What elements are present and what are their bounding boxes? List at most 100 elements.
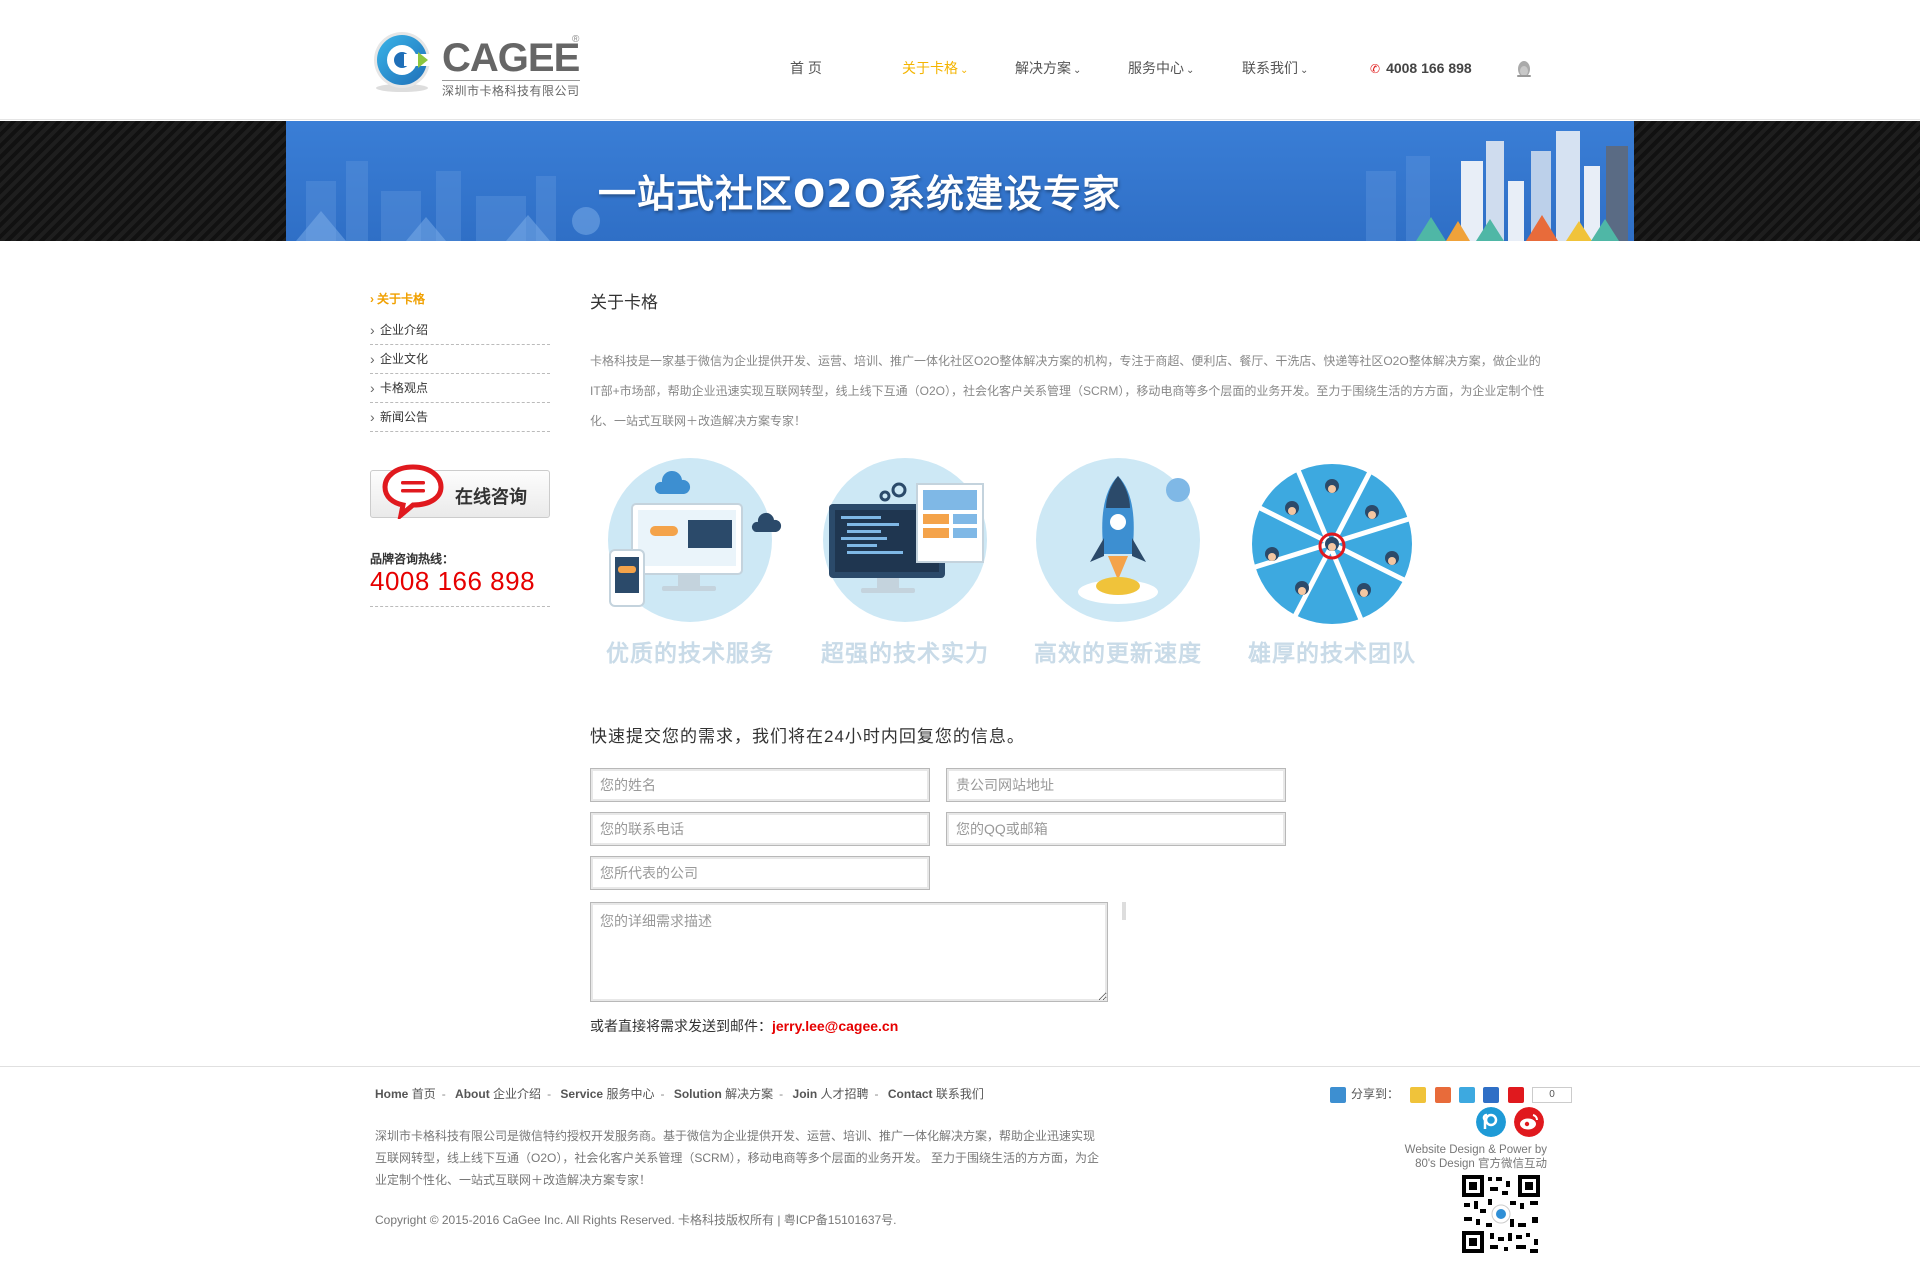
footer-link-cn: 联系我们 [935, 1087, 984, 1101]
detail-textarea[interactable] [590, 902, 1108, 1002]
footer-link-en: Home [375, 1087, 409, 1101]
nav-item-home[interactable]: 首 页 [790, 58, 822, 78]
online-consult-button[interactable]: 在线咨询 [370, 464, 550, 519]
nav-item-label: 联系我们 [1242, 60, 1298, 76]
website-field[interactable] [946, 768, 1286, 802]
logo-subtitle: 深圳市卡格科技有限公司 [442, 80, 580, 99]
page-title: 关于卡格 [590, 293, 658, 312]
logo-wordmark: CAGEE [442, 36, 580, 80]
main-content: 关于卡格 卡格科技是一家基于微信为企业提供开发、运营、培训、推广一体化社区O2O… [590, 288, 1550, 1034]
sidebar-title: › 关于卡格 [370, 288, 550, 310]
email-link[interactable]: jerry.lee@cagee.cn [772, 1018, 898, 1034]
share-bar: 分享到： 0 [1330, 1085, 1573, 1103]
footer-link-solution[interactable]: Solution 解决方案 [674, 1087, 773, 1101]
baidu-share-icon[interactable] [1507, 1086, 1524, 1103]
qr-code-icon [1460, 1173, 1542, 1255]
sidebar-item-news[interactable]: 新闻公告 [370, 403, 550, 432]
renren-icon[interactable] [1483, 1086, 1500, 1103]
footer-link-en: Service [560, 1087, 604, 1101]
footer-link-service[interactable]: Service 服务中心 [560, 1087, 654, 1101]
divider [370, 606, 550, 607]
feature-label: 优质的技术服务 [606, 640, 774, 666]
tencent-weibo-icon[interactable] [1459, 1086, 1476, 1103]
credit-line: 80's Design 官方微信互动 [1415, 1158, 1547, 1170]
credit-line: Website Design & Power by [1404, 1144, 1547, 1156]
rocket-icon [1036, 458, 1200, 622]
footer-link-cn: 解决方案 [725, 1087, 774, 1101]
footer-nav: Home 首页 - About 企业介绍 - Service 服务中心 - Solut… [375, 1085, 984, 1102]
nav-item-service[interactable]: 服务中心 ⌄ [1128, 58, 1194, 78]
feature-item: 优质的技术服务 [590, 458, 790, 688]
footer-link-contact[interactable]: Contact 联系我们 [888, 1087, 984, 1101]
feature-label: 雄厚的技术团队 [1248, 640, 1416, 666]
sidebar-item-label: 企业文化 [380, 352, 429, 366]
banner-image: 一站式社区O2O系统建设专家 [286, 121, 1634, 241]
logo[interactable]: CAGEE ® 深圳市卡格科技有限公司 [370, 30, 585, 98]
nav-item-label: 关于卡格 [902, 60, 958, 76]
header-phone[interactable]: ✆ 4008 166 898 [1370, 60, 1472, 76]
hotline-label: 品牌咨询热线： [370, 552, 455, 566]
sidebar-item-company-intro[interactable]: 企业介绍 [370, 316, 550, 345]
footer-separator: - [779, 1087, 784, 1101]
sidebar: ›关于卡格 企业介绍 企业文化 卡格观点 新闻公告 在线咨询 品牌咨询热线： 4… [370, 288, 550, 607]
sidebar-item-viewpoints[interactable]: 卡格观点 [370, 374, 550, 403]
weibo-share-icon[interactable] [1434, 1086, 1451, 1103]
copyright: Copyright © 2015-2016 CaGee Inc. All Rig… [375, 1213, 897, 1227]
devices-icon [608, 458, 782, 622]
qq-penguin-icon[interactable] [1516, 60, 1532, 78]
site-header: CAGEE ® 深圳市卡格科技有限公司 首 页 关于卡格 ⌄ 解决方案 ⌄ 服务中心… [0, 0, 1920, 120]
consult-button-label: 在线咨询 [455, 487, 527, 507]
phone-icon: ✆ [1370, 62, 1381, 76]
feature-label: 超强的技术实力 [821, 640, 989, 666]
feature-item: 高效的更新速度 [1018, 458, 1218, 688]
page-banner: 一站式社区O2O系统建设专家 [0, 121, 1920, 241]
nav-item-label: 解决方案 [1015, 60, 1071, 76]
wechat-icon[interactable] [1476, 1107, 1506, 1137]
share-count: 0 [1532, 1086, 1573, 1103]
design-credit: Website Design & Power by 80's Design 官方… [1330, 1143, 1547, 1171]
sina-weibo-icon[interactable] [1514, 1107, 1544, 1137]
footer-separator: - [660, 1087, 665, 1101]
sidebar-item-company-culture[interactable]: 企业文化 [370, 345, 550, 374]
company-field[interactable] [590, 856, 930, 890]
header-phone-number: 4008 166 898 [1386, 60, 1472, 76]
sidebar-item-label: 新闻公告 [380, 410, 429, 424]
footer-separator: - [874, 1087, 879, 1101]
sidebar-title-label: 关于卡格 [377, 292, 426, 306]
hotline-number[interactable]: 4008 166 898 [370, 566, 535, 597]
nav-item-solutions[interactable]: 解决方案 ⌄ [1015, 58, 1081, 78]
team-icon [1251, 464, 1413, 624]
nav-item-contact[interactable]: 联系我们 ⌄ [1242, 58, 1308, 78]
nav-item-label: 服务中心 [1128, 60, 1184, 76]
footer-link-about[interactable]: About 企业介绍 [455, 1087, 541, 1101]
footer-link-join[interactable]: Join 人才招聘 [793, 1087, 869, 1101]
scroll-handle[interactable] [1122, 902, 1126, 920]
chevron-down-icon: ⌄ [1186, 65, 1195, 76]
phone-field[interactable] [590, 812, 930, 846]
footer-description: 深圳市卡格科技有限公司是微信特约授权开发服务商。基于微信为企业提供开发、运营、培… [375, 1129, 1100, 1187]
chevron-down-icon: ⌄ [960, 65, 969, 76]
footer-link-en: Contact [887, 1087, 933, 1101]
footer-link-en: Solution [673, 1087, 722, 1101]
qq-email-field[interactable] [946, 812, 1286, 846]
feature-item: 雄厚的技术团队 [1232, 458, 1432, 688]
logo-mark-icon [374, 32, 430, 92]
email-line: 或者直接将需求发送到邮件：jerry.lee@cagee.cn [590, 1016, 898, 1036]
footer-link-cn: 人才招聘 [820, 1087, 869, 1101]
footer-link-home[interactable]: Home 首页 [375, 1087, 436, 1101]
qzone-icon[interactable] [1410, 1086, 1427, 1103]
sidebar-item-label: 企业介绍 [380, 323, 429, 337]
email-prefix: 或者直接将需求发送到邮件： [590, 1018, 772, 1034]
footer-link-cn: 服务中心 [606, 1087, 655, 1101]
share-plus-icon[interactable] [1330, 1086, 1346, 1103]
chevron-down-icon: ⌄ [1300, 65, 1309, 76]
name-field[interactable] [590, 768, 930, 802]
site-footer: Home 首页 - About 企业介绍 - Service 服务中心 - Solut… [0, 1066, 1920, 1266]
footer-link-cn: 首页 [411, 1087, 436, 1101]
company-intro-text: 卡格科技是一家基于微信为企业提供开发、运营、培训、推广一体化社区O2O整体解决方… [590, 354, 1545, 428]
nav-item-about[interactable]: 关于卡格 ⌄ [902, 58, 968, 78]
footer-separator: - [547, 1087, 552, 1101]
sidebar-item-label: 卡格观点 [380, 381, 429, 395]
chevron-right-icon: › [370, 292, 374, 306]
chevron-down-icon: ⌄ [1073, 65, 1082, 76]
